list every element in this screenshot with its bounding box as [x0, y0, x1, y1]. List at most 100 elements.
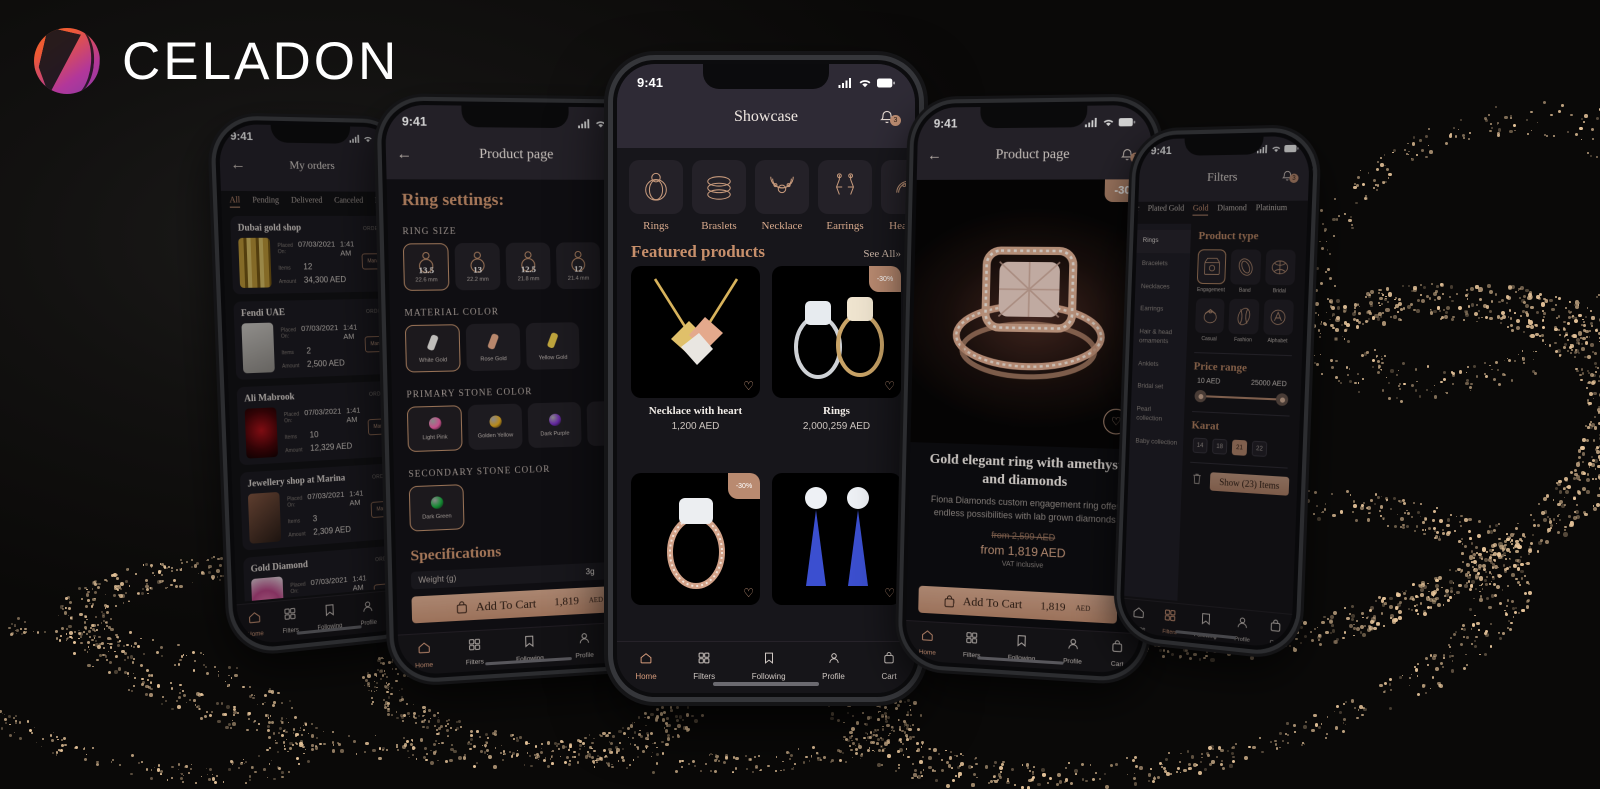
tab-home[interactable]: Home — [415, 640, 434, 670]
price-slider-min-handle[interactable] — [1194, 390, 1206, 403]
primary-stone-option[interactable]: Golden Yellow — [468, 404, 523, 451]
ring-size-option[interactable]: 12.5 21.8 mm — [505, 243, 550, 290]
material-tab-gold[interactable]: Gold — [1193, 203, 1209, 215]
tab-cart[interactable]: Cart — [1110, 639, 1125, 669]
bell-icon[interactable]: 3 — [879, 108, 901, 126]
tab-profile[interactable]: Profile — [575, 630, 594, 659]
product-type-label: Alphabet — [1267, 338, 1287, 345]
category-rings[interactable]: Rings — [629, 160, 683, 232]
price-range-slider[interactable] — [1196, 389, 1286, 407]
tab-home[interactable]: Home — [635, 651, 656, 681]
ring-size-value: 12 — [574, 264, 583, 274]
trash-icon[interactable] — [1191, 471, 1202, 490]
product-title: Rings — [772, 405, 901, 417]
bracelet-icon — [692, 160, 746, 214]
sidebar-item-pearl-collection[interactable]: Pearl collection — [1130, 398, 1185, 432]
favorite-button[interactable]: ♡ — [1103, 408, 1129, 434]
sidebar-item-necklaces[interactable]: Necklaces — [1135, 276, 1189, 300]
favorite-button[interactable]: ♡ — [743, 586, 754, 600]
secondary-stone-option[interactable]: Dark Green — [409, 484, 465, 531]
ring-size-option[interactable]: 12 21.4 mm — [556, 242, 601, 289]
material-color-option[interactable]: Yellow Gold — [526, 322, 580, 370]
add-to-cart-button[interactable]: Add To Cart 1,819 AED — [918, 586, 1117, 624]
category-earrings[interactable]: Earrings — [818, 160, 872, 232]
tab-home[interactable]: Home — [1131, 605, 1146, 633]
back-button[interactable]: ← — [396, 146, 412, 164]
sidebar-item-earrings[interactable]: Earrings — [1134, 298, 1188, 322]
karat-option-18[interactable]: 18 — [1212, 439, 1227, 455]
sidebar-item-anklets[interactable]: Anklets — [1132, 353, 1186, 378]
bell-icon[interactable]: 3 — [1281, 168, 1299, 183]
tab-cart[interactable]: Cart — [881, 651, 896, 681]
product-type-band[interactable]: Band — [1230, 249, 1261, 294]
material-color-label: Rose Gold — [480, 356, 507, 363]
favorite-button[interactable]: ♡ — [884, 586, 895, 600]
order-filter-tab-all[interactable]: All — [229, 195, 240, 208]
karat-option-14[interactable]: 14 — [1193, 438, 1208, 454]
cta-currency: AED — [589, 596, 603, 605]
tab-filters[interactable]: Filters — [963, 630, 981, 659]
page-title: Product page — [479, 147, 554, 164]
product-type-bridal[interactable]: Bridal — [1264, 250, 1295, 295]
tab-filters[interactable]: Filters — [693, 651, 715, 681]
tab-profile[interactable]: Profile — [1234, 615, 1251, 644]
product-type-casual[interactable]: Casual — [1195, 298, 1225, 343]
see-all-link[interactable]: See All» — [863, 248, 901, 260]
product-type-alphabet[interactable]: Alphabet — [1263, 299, 1294, 344]
sidebar-item-rings[interactable]: Rings — [1137, 230, 1191, 253]
tab-filters[interactable]: Filters — [282, 606, 299, 635]
order-filter-tab-canceled[interactable]: Canceled — [334, 196, 363, 208]
karat-option-21[interactable]: 21 — [1232, 440, 1247, 456]
amount-label: Amount — [282, 363, 302, 370]
product-card[interactable]: ♡ — [772, 473, 901, 635]
show-items-button[interactable]: Show (23) Items — [1210, 472, 1290, 496]
tab-profile[interactable]: Profile — [1063, 636, 1082, 666]
primary-stone-option[interactable]: Dark Purple — [528, 402, 582, 448]
material-color-label: Yellow Gold — [539, 355, 568, 362]
favorite-button[interactable]: ♡ — [884, 379, 895, 393]
tab-home[interactable]: Home — [246, 609, 263, 639]
material-tab-platinium[interactable]: Platinium — [1255, 203, 1287, 216]
person-icon — [361, 599, 375, 619]
favorite-button[interactable]: ♡ — [743, 379, 754, 393]
sidebar-item-bridal-set[interactable]: Bridal set — [1131, 376, 1185, 401]
wifi-icon — [363, 135, 373, 143]
material-tab-plated-gold[interactable]: Plated Gold — [1147, 204, 1184, 216]
category-hear-he[interactable]: Hear-He — [881, 160, 915, 232]
order-date: 07/03/2021 — [304, 406, 341, 417]
product-type-fashion[interactable]: Fashion — [1228, 299, 1259, 344]
order-filter-tab-pending[interactable]: Pending — [252, 195, 279, 208]
material-color-option[interactable]: White Gold — [405, 324, 461, 372]
primary-stone-option[interactable]: Light Pink — [407, 405, 463, 452]
back-button[interactable]: ← — [230, 156, 246, 174]
category-necklace[interactable]: Necklace — [755, 160, 809, 232]
tab-label: Filters — [466, 658, 484, 666]
tab-profile[interactable]: Profile — [822, 651, 845, 681]
sidebar-item-hair-head-ornaments[interactable]: Hair & head ornaments — [1133, 321, 1188, 354]
sidebar-item-baby-collection[interactable]: Baby collection — [1129, 430, 1183, 456]
tab-filters[interactable]: Filters — [465, 637, 484, 667]
category-braslets[interactable]: Braslets — [692, 160, 746, 232]
product-type-engagement[interactable]: Engagement — [1196, 249, 1226, 293]
tab-home[interactable]: Home — [919, 628, 937, 657]
karat-option-22[interactable]: 22 — [1252, 441, 1268, 457]
product-card[interactable]: -30% ♡ Rings 2,000,259 AED — [772, 266, 901, 462]
order-filter-tab-delivered[interactable]: Delivered — [291, 195, 323, 207]
ring-size-option[interactable]: 13 22.2 mm — [454, 243, 500, 290]
price-slider-max-handle[interactable] — [1276, 393, 1289, 406]
product-card[interactable]: ♡ Necklace with heart 1,200 AED — [631, 266, 760, 462]
material-color-label: White Gold — [419, 357, 447, 364]
material-color-option[interactable]: Rose Gold — [466, 323, 521, 371]
bell-icon[interactable]: 3 — [1120, 146, 1141, 163]
sidebar-item-bracelets[interactable]: Bracelets — [1136, 253, 1190, 276]
tab-following[interactable]: Following — [752, 651, 786, 681]
material-tab-diamond[interactable]: Diamond — [1217, 203, 1247, 215]
product-type-label: Casual — [1201, 336, 1216, 343]
placed-on-label: Placed On: — [287, 496, 303, 509]
ring-size-option[interactable]: 13.5 22.6 mm — [403, 243, 450, 291]
back-button[interactable]: ← — [927, 147, 942, 164]
tab-cart[interactable]: Cart — [1268, 618, 1283, 647]
product-card[interactable]: -30% ♡ — [631, 473, 760, 635]
tab-profile[interactable]: Profile — [360, 599, 377, 628]
price-min-label: 10 AED — [1197, 378, 1221, 386]
